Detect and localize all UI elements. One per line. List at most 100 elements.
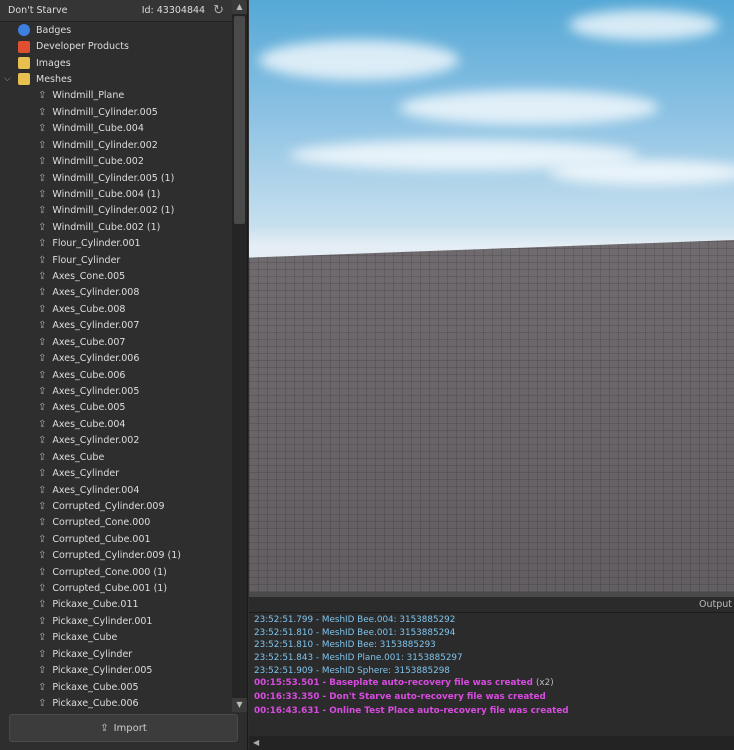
mesh-icon: ⇪ <box>38 303 47 315</box>
mesh-item[interactable]: ⇪ Axes_Cylinder.002 <box>0 433 232 449</box>
mesh-item[interactable]: ⇪ Windmill_Cylinder.005 (1) <box>0 170 232 186</box>
import-button[interactable]: ⇪ Import <box>9 714 238 742</box>
mesh-item[interactable]: ⇪ Corrupted_Cube.001 <box>0 531 232 547</box>
chevron-down-icon[interactable]: ⌵ <box>4 74 18 84</box>
mesh-item[interactable]: ⇪ Pickaxe_Cube.005 <box>0 679 232 695</box>
mesh-icon: ⇪ <box>38 681 47 693</box>
mesh-label: Windmill_Cube.002 (1) <box>52 221 161 233</box>
mesh-icon: ⇪ <box>38 238 47 250</box>
output-text: 00:16:43.631 - Online Test Place auto-re… <box>254 706 569 717</box>
mesh-item[interactable]: ⇪ Pickaxe_Cylinder.001 <box>0 613 232 629</box>
mesh-item[interactable]: ⇪ Pickaxe_Cube <box>0 630 232 646</box>
mesh-icon: ⇪ <box>38 435 47 447</box>
mesh-item[interactable]: ⇪ Axes_Cube.006 <box>0 367 232 383</box>
mesh-label: Windmill_Plane <box>52 90 125 102</box>
mesh-label: Corrupted_Cube.001 (1) <box>52 583 168 595</box>
category-label: Badges <box>36 24 72 36</box>
mesh-item[interactable]: ⇪ Windmill_Plane <box>0 88 232 104</box>
mesh-item[interactable]: ⇪ Axes_Cube <box>0 449 232 465</box>
mesh-item[interactable]: ⇪ Windmill_Cube.002 <box>0 153 232 169</box>
mesh-item[interactable]: ⇪ Windmill_Cube.004 (1) <box>0 186 232 202</box>
mesh-item[interactable]: ⇪ Flour_Cylinder <box>0 252 232 268</box>
category-developer-products[interactable]: Developer Products <box>0 38 232 54</box>
output-text: 23:52:51.810 - MeshID Bee: 3153885293 <box>254 640 436 651</box>
3d-viewport[interactable] <box>249 0 734 592</box>
mesh-label: Axes_Cube.005 <box>52 402 126 414</box>
mesh-label: Corrupted_Cylinder.009 <box>52 500 165 512</box>
mesh-label: Windmill_Cylinder.002 (1) <box>52 205 175 217</box>
category-images[interactable]: Images <box>0 55 232 71</box>
mesh-item[interactable]: ⇪ Pickaxe_Cube.006 <box>0 695 232 711</box>
category-label: Developer Products <box>36 41 129 53</box>
mesh-label: Pickaxe_Cube.011 <box>52 599 139 611</box>
upload-icon: ⇪ <box>100 722 109 734</box>
mesh-label: Pickaxe_Cylinder.001 <box>52 615 153 627</box>
mesh-icon: ⇪ <box>38 615 47 627</box>
mesh-item[interactable]: ⇪ Axes_Cylinder.007 <box>0 318 232 334</box>
output-line: 23:52:51.810 - MeshID Bee.001: 315388529… <box>254 628 729 641</box>
mesh-item[interactable]: ⇪ Axes_Cylinder <box>0 465 232 481</box>
scroll-thumb[interactable] <box>234 16 245 224</box>
mesh-icon: ⇪ <box>38 550 47 562</box>
mesh-item[interactable]: ⇪ Corrupted_Cylinder.009 (1) <box>0 548 232 564</box>
product-icon <box>18 40 30 53</box>
mesh-item[interactable]: ⇪ Windmill_Cube.002 (1) <box>0 219 232 235</box>
mesh-icon: ⇪ <box>38 369 47 381</box>
mesh-label: Axes_Cylinder.005 <box>52 385 140 397</box>
mesh-label: Axes_Cylinder.002 <box>52 435 140 447</box>
mesh-label: Corrupted_Cone.000 <box>52 517 151 529</box>
category-meshes[interactable]: ⌵ Meshes <box>0 71 232 87</box>
category-badges[interactable]: Badges <box>0 22 232 38</box>
mesh-item[interactable]: ⇪ Windmill_Cylinder.005 <box>0 104 232 120</box>
scroll-up-icon[interactable]: ▲ <box>232 0 247 14</box>
mesh-item[interactable]: ⇪ Axes_Cube.007 <box>0 334 232 350</box>
mesh-icon: ⇪ <box>38 172 47 184</box>
mesh-item[interactable]: ⇪ Corrupted_Cube.001 (1) <box>0 580 232 596</box>
mesh-icon: ⇪ <box>38 353 47 365</box>
output-text: 23:52:51.799 - MeshID Bee.004: 315388529… <box>254 615 456 625</box>
mesh-item[interactable]: ⇪ Pickaxe_Cylinder <box>0 646 232 662</box>
mesh-label: Pickaxe_Cube.005 <box>52 681 139 693</box>
mesh-item[interactable]: ⇪ Axes_Cylinder.004 <box>0 482 232 498</box>
mesh-item[interactable]: ⇪ Axes_Cylinder.006 <box>0 350 232 366</box>
mesh-item[interactable]: ⇪ Axes_Cone.005 <box>0 268 232 284</box>
mesh-label: Axes_Cylinder.006 <box>52 353 140 365</box>
mesh-item[interactable]: ⇪ Axes_Cylinder.008 <box>0 285 232 301</box>
mesh-item[interactable]: ⇪ Corrupted_Cylinder.009 <box>0 498 232 514</box>
mesh-item[interactable]: ⇪ Pickaxe_Cube.011 <box>0 597 232 613</box>
mesh-item[interactable]: ⇪ Axes_Cube.008 <box>0 301 232 317</box>
mesh-label: Pickaxe_Cube <box>52 632 118 644</box>
baseplate <box>249 240 734 592</box>
mesh-icon: ⇪ <box>38 221 47 233</box>
mesh-label: Axes_Cylinder.008 <box>52 287 140 299</box>
mesh-label: Axes_Cylinder.004 <box>52 484 140 496</box>
mesh-icon: ⇪ <box>38 566 47 578</box>
mesh-item[interactable]: ⇪ Pickaxe_Cylinder.005 <box>0 662 232 678</box>
mesh-item[interactable]: ⇪ Flour_Cylinder.001 <box>0 235 232 251</box>
tree-scrollbar[interactable]: ▲ ▼ <box>232 0 247 712</box>
mesh-icon: ⇪ <box>38 632 47 644</box>
mesh-icon: ⇪ <box>38 123 47 135</box>
mesh-icon: ⇪ <box>38 320 47 332</box>
mesh-label: Corrupted_Cylinder.009 (1) <box>52 550 181 562</box>
output-horizontal-scrollbar[interactable]: ◀ <box>249 736 734 750</box>
mesh-item[interactable]: ⇪ Corrupted_Cone.000 (1) <box>0 564 232 580</box>
mesh-icon: ⇪ <box>38 106 47 118</box>
mesh-label: Windmill_Cylinder.002 <box>52 139 158 151</box>
output-line: 23:52:51.810 - MeshID Bee: 3153885293 <box>254 640 729 653</box>
mesh-label: Pickaxe_Cylinder <box>52 648 133 660</box>
refresh-icon[interactable]: ↻ <box>213 3 224 18</box>
mesh-item[interactable]: ⇪ Axes_Cylinder.005 <box>0 383 232 399</box>
mesh-item[interactable]: ⇪ Windmill_Cylinder.002 (1) <box>0 203 232 219</box>
mesh-icon: ⇪ <box>38 665 47 677</box>
mesh-icon: ⇪ <box>38 484 47 496</box>
mesh-icon: ⇪ <box>38 648 47 660</box>
mesh-item[interactable]: ⇪ Axes_Cube.005 <box>0 400 232 416</box>
mesh-item[interactable]: ⇪ Windmill_Cube.004 <box>0 121 232 137</box>
mesh-item[interactable]: ⇪ Corrupted_Cone.000 <box>0 515 232 531</box>
mesh-item[interactable]: ⇪ Axes_Cube.004 <box>0 416 232 432</box>
mesh-label: Windmill_Cube.002 <box>52 156 144 168</box>
output-text: 23:52:51.909 - MeshID Sphere: 3153885298 <box>254 665 450 676</box>
scroll-down-icon[interactable]: ▼ <box>232 698 247 712</box>
mesh-item[interactable]: ⇪ Windmill_Cylinder.002 <box>0 137 232 153</box>
